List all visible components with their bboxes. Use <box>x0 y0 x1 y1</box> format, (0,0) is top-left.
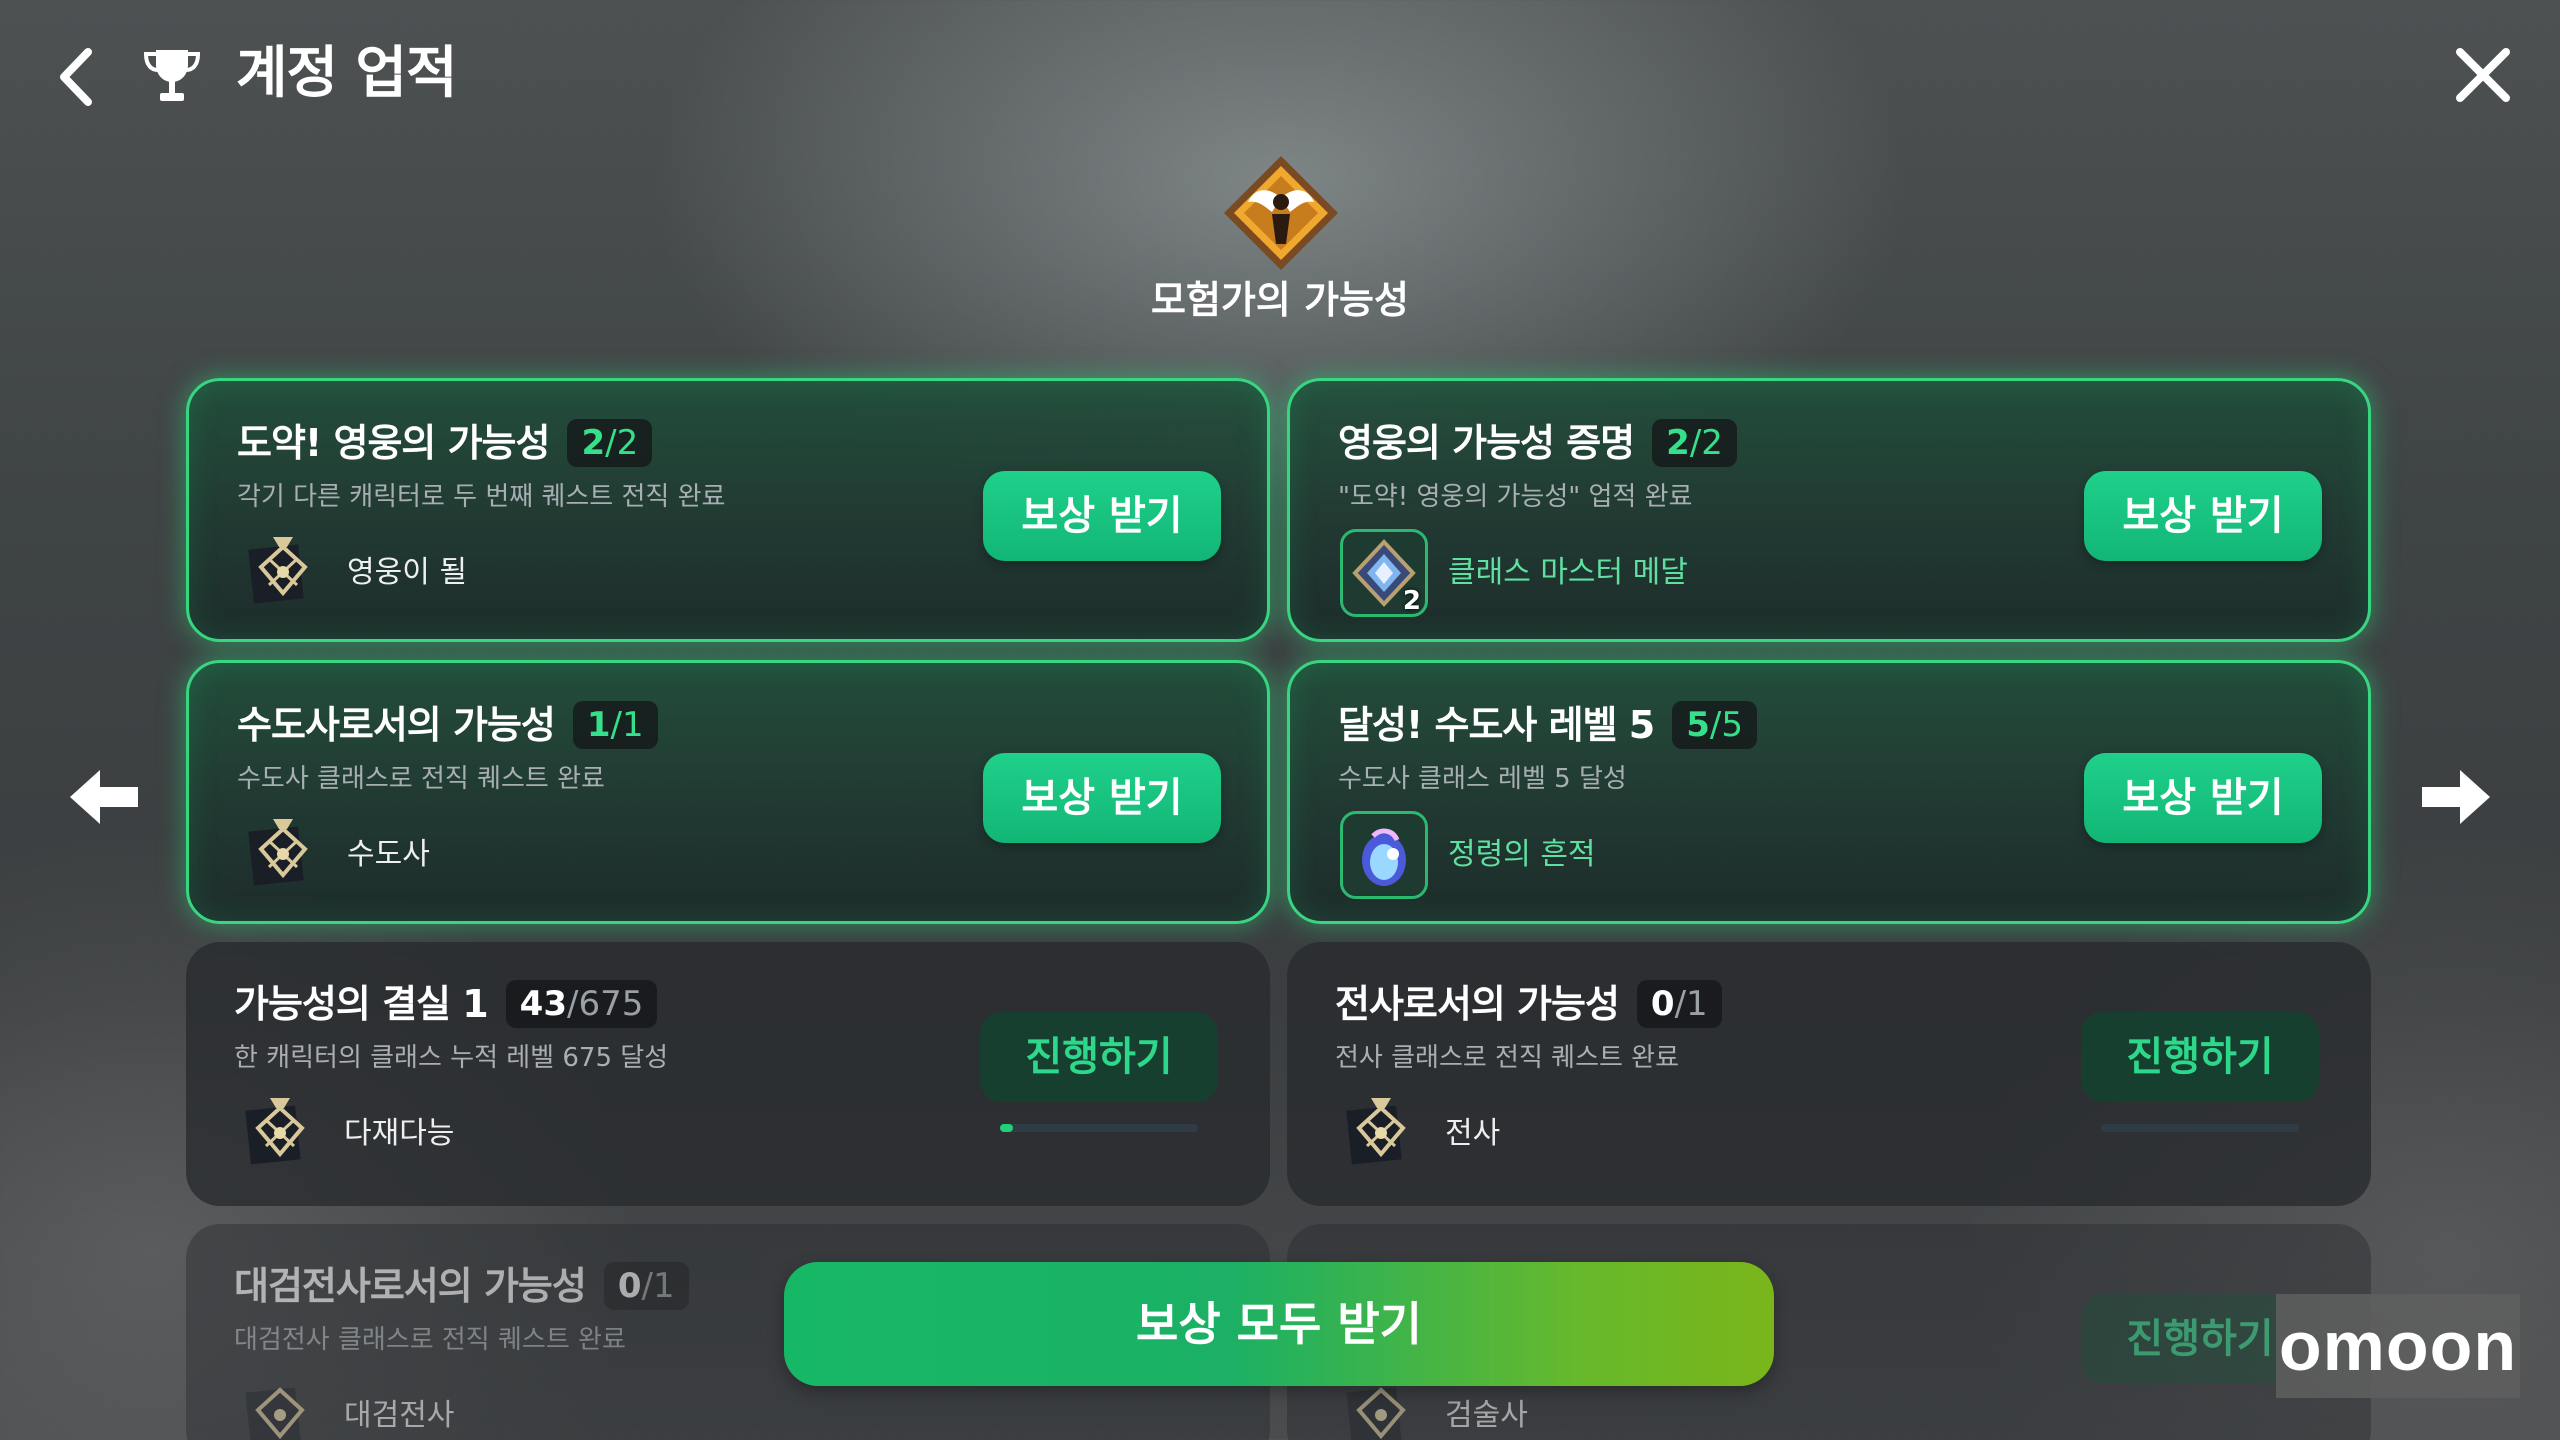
chevron-left-icon <box>60 48 92 106</box>
progress-badge: 2/2 <box>1652 419 1737 467</box>
arrow-left-icon <box>70 770 138 824</box>
progress-bar <box>1000 1124 1198 1132</box>
reward-label: 전사 <box>1445 1116 1501 1151</box>
achievement-title: 도약! 영웅의 가능성 <box>237 421 550 465</box>
claim-reward-button[interactable]: 보상 받기 <box>983 753 1221 843</box>
reward-label: 영웅이 될 <box>347 555 467 590</box>
reward-label: 검술사 <box>1445 1398 1528 1433</box>
winged-adventurer-emblem-icon <box>1224 156 1338 270</box>
achievement-card: 수도사로서의 가능성 1/1 수도사 클래스로 전직 퀘스트 완료 수도사 보상… <box>186 660 1270 924</box>
title-plaque-icon <box>245 1098 305 1165</box>
arrow-right-icon <box>2422 770 2490 824</box>
achievement-title: 수도사로서의 가능성 <box>237 703 556 747</box>
claim-all-button[interactable]: 보상 모두 받기 <box>784 1262 1774 1386</box>
watermark: omoon <box>2276 1294 2520 1398</box>
progress-badge: 2/2 <box>567 419 653 467</box>
achievement-title: 전사로서의 가능성 <box>1335 982 1620 1026</box>
title-plaque-icon <box>245 1387 305 1440</box>
achievement-title: 대검전사로서의 가능성 <box>234 1264 587 1308</box>
achievement-title: 영웅의 가능성 증명 <box>1338 421 1635 465</box>
achievement-card: 가능성의 결실 1 43/675 한 캐릭터의 클래스 누적 레벨 675 달성… <box>186 942 1270 1206</box>
progress-bar <box>2101 1124 2299 1132</box>
progress-badge: 43/675 <box>505 980 658 1028</box>
next-page-button[interactable] <box>2416 762 2496 832</box>
achievement-description: 대검전사 클래스로 전직 퀘스트 완료 <box>234 1325 626 1355</box>
title-plaque-icon <box>248 819 308 886</box>
progress-badge: 0/1 <box>1636 980 1722 1028</box>
back-button[interactable] <box>50 42 100 112</box>
claim-reward-button[interactable]: 보상 받기 <box>2084 471 2322 561</box>
trophy-icon <box>143 50 201 101</box>
reward-label: 다재다능 <box>344 1116 455 1151</box>
progress-badge: 1/1 <box>572 701 658 749</box>
progress-bar-fill <box>1000 1124 1013 1132</box>
title-plaque-icon <box>248 537 308 604</box>
reward-label: 수도사 <box>347 837 430 872</box>
achievement-card: 달성! 수도사 레벨 5 5/5 수도사 클래스 레벨 5 달성 정령의 흔적 … <box>1287 660 2371 924</box>
reward-label: 대검전사 <box>344 1398 455 1433</box>
achievement-title: 달성! 수도사 레벨 5 <box>1338 703 1655 747</box>
achievement-card: 도약! 영웅의 가능성 2/2 각기 다른 캐릭터로 두 번째 퀘스트 전직 완… <box>186 378 1270 642</box>
title-plaque-icon <box>1346 1098 1406 1165</box>
page-title: 계정 업적 <box>236 41 458 106</box>
progress-badge: 5/5 <box>1672 701 1757 749</box>
close-button[interactable] <box>2450 42 2516 108</box>
reward-count: 2 <box>1402 586 1421 616</box>
achievement-description: 수도사 클래스 레벨 5 달성 <box>1338 764 1627 794</box>
claim-reward-button[interactable]: 보상 받기 <box>2084 753 2322 843</box>
reward-item-slot[interactable]: 2 <box>1340 529 1428 617</box>
go-to-quest-button[interactable]: 진행하기 <box>2081 1012 2319 1102</box>
achievement-card: 영웅의 가능성 증명 2/2 "도약! 영웅의 가능성" 업적 완료 2 클래스… <box>1287 378 2371 642</box>
achievement-description: 수도사 클래스로 전직 퀘스트 완료 <box>237 764 605 794</box>
achievement-title: 가능성의 결실 1 <box>234 982 489 1026</box>
prev-page-button[interactable] <box>64 762 144 832</box>
achievement-description: "도약! 영웅의 가능성" 업적 완료 <box>1338 482 1693 512</box>
spirit-trace-icon <box>1362 828 1406 886</box>
claim-reward-button[interactable]: 보상 받기 <box>983 471 1221 561</box>
category-title: 모험가의 가능성 <box>1151 278 1409 322</box>
close-icon <box>2456 48 2510 102</box>
achievement-card: 전사로서의 가능성 0/1 전사 클래스로 전직 퀘스트 완료 전사 진행하기 <box>1287 942 2371 1206</box>
go-to-quest-button[interactable]: 진행하기 <box>980 1012 1218 1102</box>
reward-item-slot[interactable] <box>1340 811 1428 899</box>
reward-label: 클래스 마스터 메달 <box>1448 555 1688 590</box>
progress-badge: 0/1 <box>603 1262 689 1310</box>
achievement-description: 한 캐릭터의 클래스 누적 레벨 675 달성 <box>234 1043 669 1073</box>
header: 계정 업적 <box>0 0 2560 150</box>
reward-label: 정령의 흔적 <box>1448 837 1596 872</box>
achievement-description: 전사 클래스로 전직 퀘스트 완료 <box>1335 1043 1680 1073</box>
achievement-description: 각기 다른 캐릭터로 두 번째 퀘스트 전직 완료 <box>237 482 726 512</box>
